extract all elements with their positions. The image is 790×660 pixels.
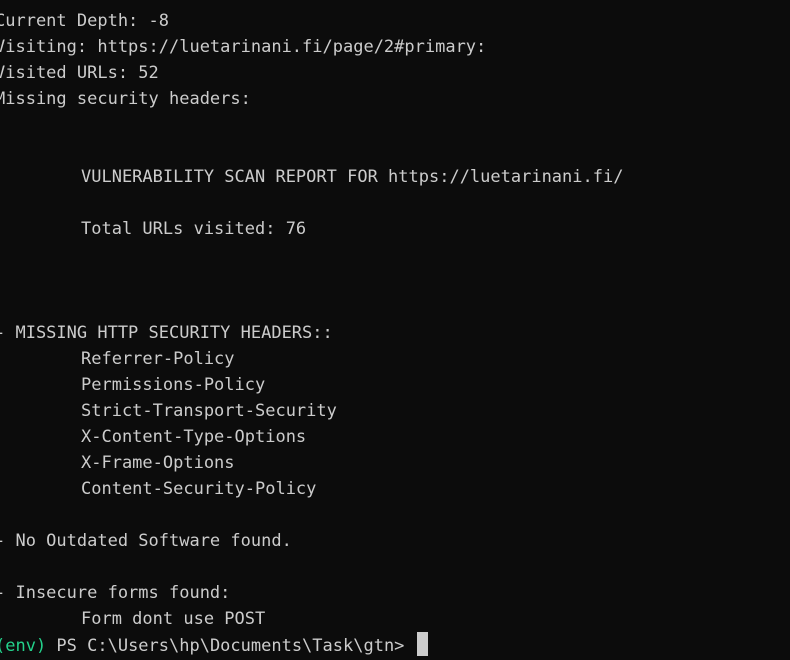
visited-urls-line: Visited URLs: 52 <box>0 63 159 83</box>
insecure-forms-heading: - Insecure forms found: <box>0 583 231 603</box>
visiting-url-line: Visiting: https://luetarinani.fi/page/2#… <box>0 37 487 57</box>
report-title: VULNERABILITY SCAN REPORT FOR https://lu… <box>81 167 624 187</box>
missing-header-item: Content-Security-Policy <box>81 479 317 499</box>
missing-header-item: Permissions-Policy <box>81 375 266 395</box>
outdated-software-line: - No Outdated Software found. <box>0 531 292 551</box>
terminal-output[interactable]: Current Depth: -8 Visiting: https://luet… <box>0 8 790 658</box>
missing-header-item: X-Content-Type-Options <box>81 427 307 447</box>
current-depth-line: Current Depth: -8 <box>0 11 169 31</box>
missing-header-item: X-Frame-Options <box>81 453 235 473</box>
insecure-form-item: Form dont use POST <box>81 609 266 629</box>
prompt-path: PS C:\Users\hp\Documents\Task\gtn> <box>46 636 415 656</box>
missing-headers-label-line: Missing security headers: <box>0 89 251 109</box>
env-indicator: (env) <box>0 636 47 656</box>
missing-header-item: Referrer-Policy <box>81 349 235 369</box>
total-urls-line: Total URLs visited: 76 <box>81 219 307 239</box>
missing-header-item: Strict-Transport-Security <box>81 401 337 421</box>
text-cursor <box>416 632 428 656</box>
missing-headers-heading: - MISSING HTTP SECURITY HEADERS:: <box>0 323 333 343</box>
command-prompt[interactable]: (env) PS C:\Users\hp\Documents\Task\gtn> <box>0 632 790 658</box>
